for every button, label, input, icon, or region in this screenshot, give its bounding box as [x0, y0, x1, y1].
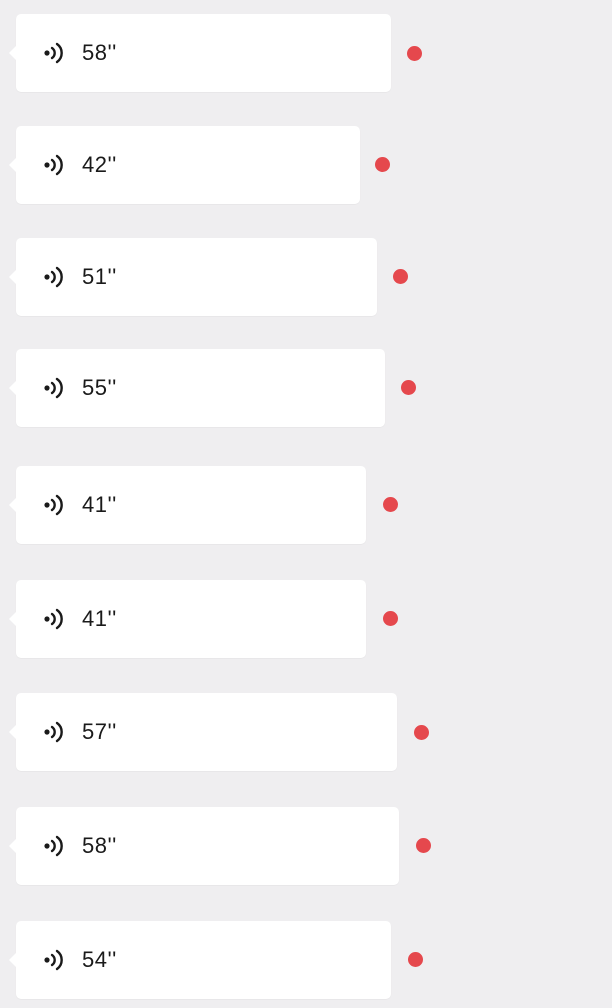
- voice-duration: 58'': [82, 40, 117, 65]
- voice-wave-icon: [42, 833, 68, 859]
- voice-duration: 54'': [82, 947, 117, 972]
- voice-wave-icon: [42, 264, 68, 290]
- voice-message-bubble[interactable]: 41'': [9, 580, 366, 658]
- voice-duration: 41'': [82, 606, 117, 631]
- voice-message-bubble[interactable]: 54'': [9, 921, 391, 999]
- voice-message-bubble[interactable]: 51'': [9, 238, 377, 316]
- unread-dot: [407, 46, 422, 61]
- unread-dot: [416, 838, 431, 853]
- voice-duration: 41'': [82, 492, 117, 517]
- voice-wave-icon: [42, 719, 68, 745]
- unread-dot: [393, 269, 408, 284]
- voice-message-list: 58'' 42'' 51'' 55'' 41'' 41'' 57'' 58'' …: [0, 0, 612, 1008]
- voice-wave-icon: [42, 492, 68, 518]
- voice-duration: 57'': [82, 719, 117, 744]
- unread-dot: [383, 611, 398, 626]
- voice-duration: 51'': [82, 264, 117, 289]
- voice-wave-icon: [42, 375, 68, 401]
- voice-message-bubble[interactable]: 57'': [9, 693, 397, 771]
- voice-message-bubble[interactable]: 55'': [9, 349, 385, 427]
- unread-dot: [401, 380, 416, 395]
- voice-wave-icon: [42, 947, 68, 973]
- voice-duration: 55'': [82, 375, 117, 400]
- voice-wave-icon: [42, 40, 68, 66]
- voice-message-bubble[interactable]: 41'': [9, 466, 366, 544]
- unread-dot: [383, 497, 398, 512]
- voice-message-bubble[interactable]: 58'': [9, 14, 391, 92]
- voice-message-bubble[interactable]: 42'': [9, 126, 360, 204]
- unread-dot: [408, 952, 423, 967]
- unread-dot: [414, 725, 429, 740]
- unread-dot: [375, 157, 390, 172]
- voice-wave-icon: [42, 606, 68, 632]
- voice-duration: 58'': [82, 833, 117, 858]
- voice-message-bubble[interactable]: 58'': [9, 807, 399, 885]
- voice-duration: 42'': [82, 152, 117, 177]
- voice-wave-icon: [42, 152, 68, 178]
